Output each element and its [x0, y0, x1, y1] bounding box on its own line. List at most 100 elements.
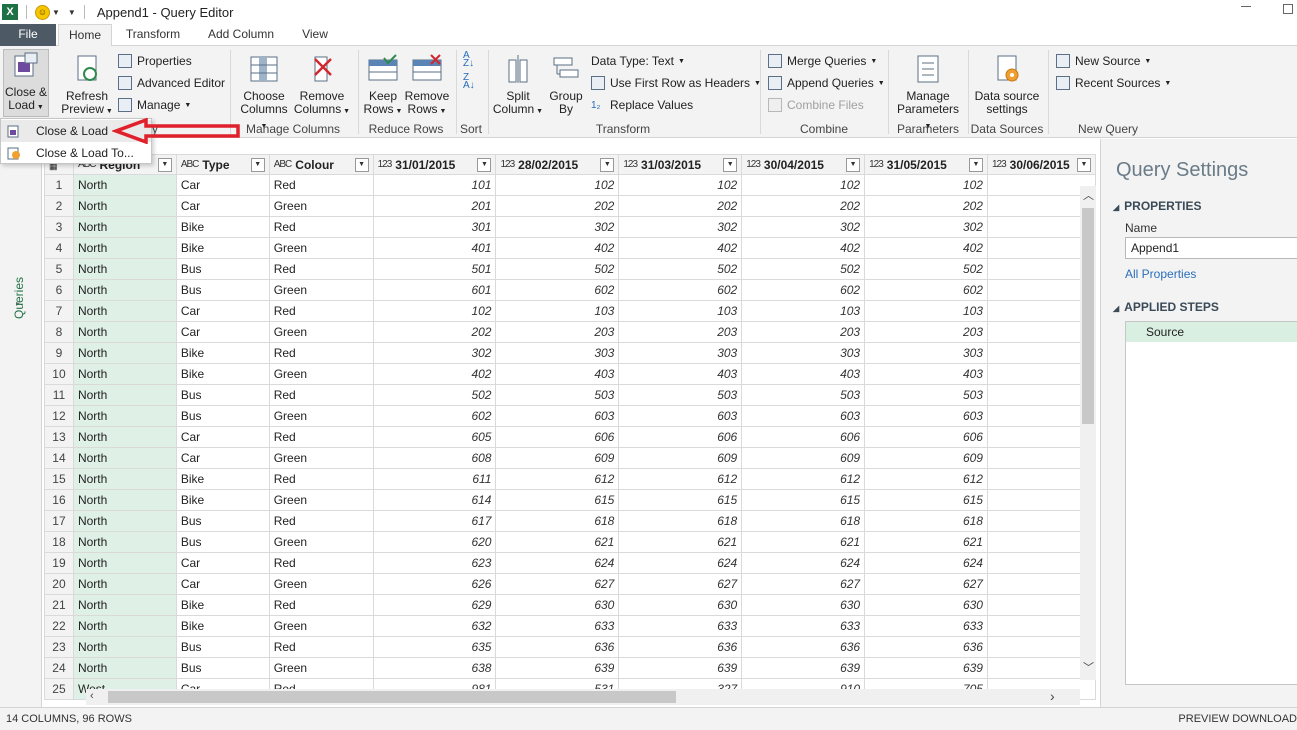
table-cell[interactable]: Bus — [175, 384, 270, 406]
column-header-colour[interactable]: ABC Colour ▼ — [268, 154, 374, 175]
table-cell[interactable]: 401 — [372, 237, 497, 259]
feedback-caret-icon[interactable]: ▼ — [52, 8, 60, 17]
table-cell[interactable]: Car — [175, 447, 270, 469]
table-cell[interactable]: 606 — [864, 426, 988, 448]
table-cell[interactable]: 402 — [864, 237, 988, 259]
data-type-dropdown[interactable]: Data Type: Text ▼ — [591, 52, 685, 70]
new-source-button[interactable]: New Source ▼ — [1056, 52, 1151, 70]
table-cell[interactable]: North — [72, 279, 177, 301]
table-cell[interactable]: Car — [175, 174, 270, 196]
row-number[interactable]: 18 — [44, 531, 74, 553]
table-cell[interactable]: Red — [268, 300, 374, 322]
table-cell[interactable]: Red — [268, 384, 374, 406]
table-cell[interactable]: Red — [268, 174, 374, 196]
horizontal-scrollbar[interactable]: ‹ › — [86, 689, 1080, 705]
row-number[interactable]: 24 — [44, 657, 74, 679]
collapse-triangle-icon[interactable]: ◢ — [1113, 304, 1119, 313]
table-cell[interactable]: 203 — [495, 321, 620, 343]
sort-ascending-icon[interactable]: A Z↓ — [463, 51, 479, 69]
table-cell[interactable]: 402 — [372, 363, 497, 385]
filter-dropdown-icon[interactable]: ▼ — [477, 157, 492, 172]
table-cell[interactable]: 502 — [372, 384, 497, 406]
table-cell[interactable]: 502 — [864, 258, 988, 280]
table-cell[interactable]: 606 — [741, 426, 866, 448]
group-by-button[interactable]: Group By — [546, 54, 586, 116]
table-cell[interactable]: 602 — [372, 405, 497, 427]
table-cell[interactable]: Green — [268, 405, 374, 427]
table-cell[interactable]: Bus — [175, 279, 270, 301]
combine-files-button[interactable]: Combine Files — [768, 96, 864, 114]
sort-descending-icon[interactable]: Z A↓ — [463, 73, 479, 91]
table-cell[interactable]: 629 — [372, 594, 497, 616]
quick-access-customize-icon[interactable]: ▼ — [68, 8, 76, 17]
maximize-icon[interactable] — [1283, 4, 1293, 14]
table-cell[interactable]: North — [72, 573, 177, 595]
split-column-button[interactable]: Split Column ▼ — [492, 54, 544, 118]
text-type-icon[interactable]: ABC — [274, 159, 293, 170]
table-cell[interactable]: 633 — [495, 615, 620, 637]
table-cell[interactable]: 605 — [372, 426, 497, 448]
table-cell[interactable]: Bike — [175, 489, 270, 511]
table-cell[interactable]: 503 — [495, 384, 620, 406]
minimize-icon[interactable] — [1241, 6, 1251, 7]
table-cell[interactable]: North — [72, 489, 177, 511]
table-cell[interactable]: 403 — [741, 363, 866, 385]
table-cell[interactable]: Bus — [175, 405, 270, 427]
table-cell[interactable]: Bike — [175, 363, 270, 385]
table-cell[interactable]: 624 — [618, 552, 743, 574]
collapse-triangle-icon[interactable]: ◢ — [1113, 203, 1119, 212]
table-cell[interactable]: Red — [268, 510, 374, 532]
table-cell[interactable]: 102 — [495, 174, 620, 196]
table-cell[interactable]: 501 — [372, 258, 497, 280]
table-cell[interactable]: 636 — [741, 636, 866, 658]
table-cell[interactable]: 302 — [864, 216, 988, 238]
scroll-right-icon[interactable]: › — [1050, 689, 1055, 703]
filter-dropdown-icon[interactable]: ▼ — [723, 157, 738, 172]
keep-rows-button[interactable]: Keep Rows ▼ — [362, 54, 404, 118]
table-cell[interactable]: 608 — [372, 447, 497, 469]
table-cell[interactable]: 624 — [741, 552, 866, 574]
table-cell[interactable]: Green — [268, 657, 374, 679]
table-cell[interactable]: 618 — [741, 510, 866, 532]
advanced-editor-button[interactable]: Advanced Editor — [118, 74, 225, 92]
data-source-settings-button[interactable]: Data source settings — [972, 54, 1042, 116]
queries-pane[interactable]: ▸ Queries — [0, 139, 42, 707]
table-cell[interactable]: 612 — [618, 468, 743, 490]
table-cell[interactable]: 102 — [741, 174, 866, 196]
tab-transform[interactable]: Transform — [118, 24, 188, 46]
table-cell[interactable]: North — [72, 447, 177, 469]
replace-values-button[interactable]: 1₂ Replace Values — [591, 96, 693, 114]
row-number[interactable]: 4 — [44, 237, 74, 259]
table-cell[interactable]: Bike — [175, 468, 270, 490]
table-cell[interactable]: 611 — [372, 468, 497, 490]
table-cell[interactable]: 633 — [741, 615, 866, 637]
table-cell[interactable]: Red — [268, 342, 374, 364]
table-cell[interactable]: Red — [268, 258, 374, 280]
table-cell[interactable]: Green — [268, 615, 374, 637]
table-cell[interactable]: 302 — [495, 216, 620, 238]
table-cell[interactable]: Bike — [175, 594, 270, 616]
table-cell[interactable]: North — [72, 468, 177, 490]
table-cell[interactable]: Bus — [175, 657, 270, 679]
filter-dropdown-icon[interactable]: ▼ — [250, 157, 265, 172]
table-cell[interactable]: 620 — [372, 531, 497, 553]
table-cell[interactable]: 639 — [618, 657, 743, 679]
table-cell[interactable]: 603 — [495, 405, 620, 427]
table-cell[interactable]: North — [72, 426, 177, 448]
table-cell[interactable]: North — [72, 531, 177, 553]
table-cell[interactable]: 618 — [618, 510, 743, 532]
column-header-date[interactable]: 123 30/06/2015 ▼ — [986, 154, 1096, 175]
use-first-row-headers-button[interactable]: Use First Row as Headers ▼ — [591, 74, 761, 92]
table-cell[interactable]: 630 — [741, 594, 866, 616]
table-cell[interactable]: 615 — [864, 489, 988, 511]
filter-dropdown-icon[interactable]: ▼ — [968, 157, 983, 172]
row-number[interactable]: 10 — [44, 363, 74, 385]
tab-file[interactable]: File — [0, 24, 56, 46]
table-cell[interactable]: 615 — [495, 489, 620, 511]
table-cell[interactable]: 635 — [372, 636, 497, 658]
table-cell[interactable]: 617 — [372, 510, 497, 532]
table-cell[interactable]: 630 — [495, 594, 620, 616]
table-cell[interactable]: 609 — [618, 447, 743, 469]
row-number[interactable]: 1 — [44, 174, 74, 196]
table-cell[interactable]: 636 — [864, 636, 988, 658]
